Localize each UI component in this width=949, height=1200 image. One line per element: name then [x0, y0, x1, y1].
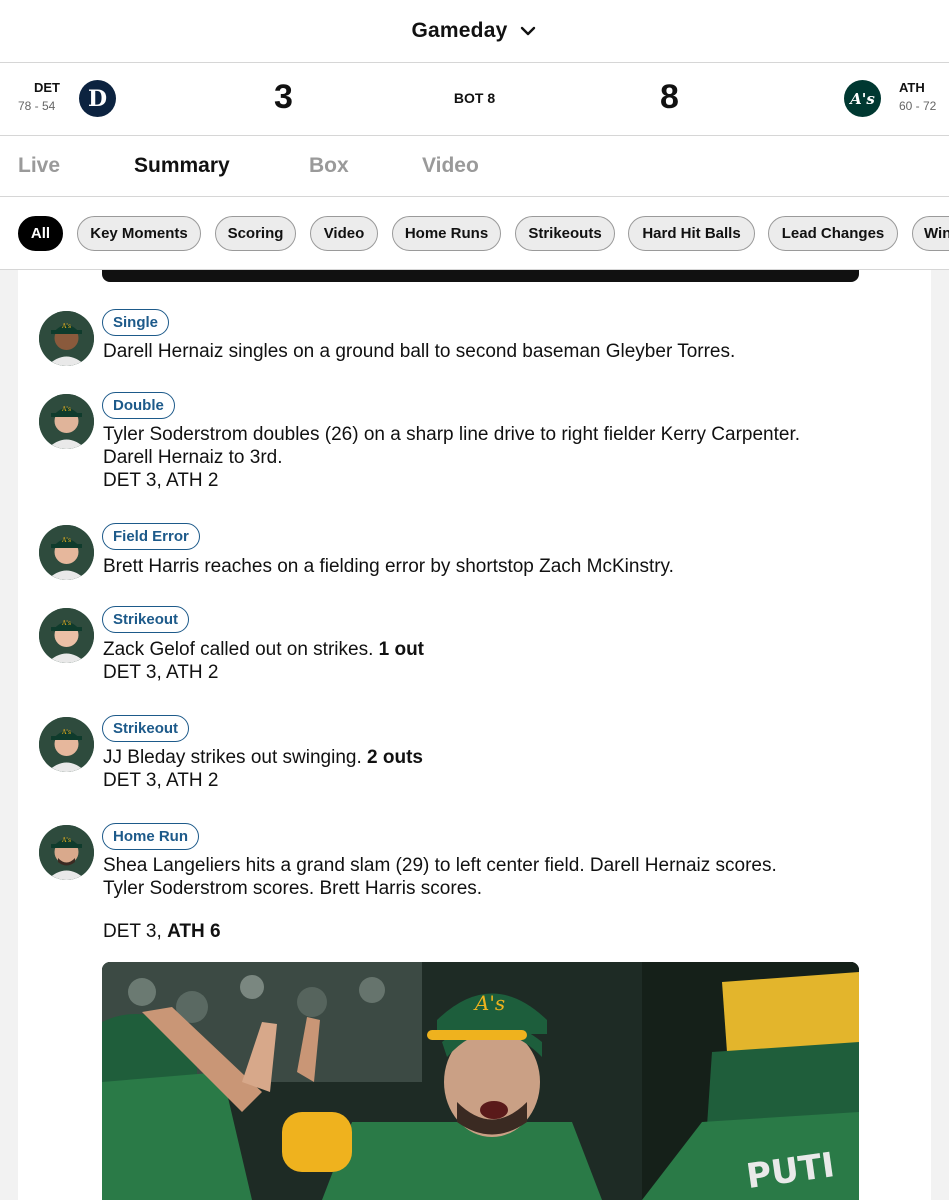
filter-all[interactable]: All: [18, 216, 63, 251]
svg-text:A's: A's: [61, 620, 71, 627]
play-type-badge: Single: [102, 309, 170, 336]
gameday-header[interactable]: Gameday: [0, 0, 949, 63]
home-team-record: 60 - 72: [899, 99, 937, 113]
svg-text:A's: A's: [61, 537, 71, 544]
filter-scoring[interactable]: Scoring: [215, 216, 296, 251]
scoreboard: DET 78 - 54 D 3 BOT 8 8 A's ATH 60 - 72: [0, 63, 949, 136]
view-tabs: Live Summary Box Video: [0, 136, 949, 197]
athletics-logo-icon[interactable]: A's: [844, 80, 881, 117]
filter-video[interactable]: Video: [310, 216, 378, 251]
play-type-badge: Double: [102, 392, 175, 419]
filter-strikeouts[interactable]: Strikeouts: [515, 216, 615, 251]
play-description-line: Tyler Soderstrom scores. Brett Harris sc…: [103, 878, 483, 899]
svg-text:A's: A's: [61, 323, 71, 330]
play-type-badge: Strikeout: [102, 715, 190, 742]
play-description-text: Zack Gelof called out on strikes.: [103, 639, 374, 660]
play-type-badge: Field Error: [102, 523, 200, 550]
filter-home-runs[interactable]: Home Runs: [392, 216, 501, 251]
player-avatar[interactable]: A's: [39, 717, 94, 772]
play-description-line: Shea Langeliers hits a grand slam (29) t…: [103, 855, 777, 876]
play-score: DET 3, ATH 2: [103, 770, 219, 791]
play-description-line: Tyler Soderstrom doubles (26) on a sharp…: [103, 424, 800, 445]
play-type-badge: Strikeout: [102, 606, 190, 633]
outs-count: 2 outs: [367, 747, 423, 768]
player-avatar[interactable]: A's: [39, 394, 94, 449]
play-score: DET 3, ATH 2: [103, 662, 219, 683]
video-player-bottom[interactable]: [102, 270, 859, 282]
play-type-badge: Home Run: [102, 823, 199, 850]
outs-count: 1 out: [378, 639, 425, 660]
play-description: Zack Gelof called out on strikes. 1 out …: [103, 638, 883, 684]
page-title[interactable]: Gameday: [412, 19, 508, 43]
play-description-line: Darell Hernaiz to 3rd.: [103, 447, 283, 468]
filter-hard-hit-balls[interactable]: Hard Hit Balls: [628, 216, 755, 251]
play-description-text: JJ Bleday strikes out swinging.: [103, 747, 362, 768]
home-run-celebration-image[interactable]: A's PUTI: [102, 962, 859, 1200]
play-description: Darell Hernaiz singles on a ground ball …: [103, 341, 736, 362]
home-team-abbr: ATH: [899, 80, 925, 95]
play-score: DET 3, ATH 2: [103, 470, 219, 491]
svg-text:A's: A's: [61, 406, 71, 413]
player-avatar[interactable]: A's: [39, 608, 94, 663]
player-avatar[interactable]: A's: [39, 825, 94, 880]
play-description: Brett Harris reaches on a fielding error…: [103, 556, 674, 577]
filter-lead-changes[interactable]: Lead Changes: [768, 216, 898, 251]
filter-win[interactable]: Win: [912, 216, 949, 251]
tab-box[interactable]: Box: [309, 154, 349, 178]
tab-live[interactable]: Live: [18, 154, 60, 178]
home-score: 8: [660, 78, 679, 116]
inning-indicator: BOT 8: [453, 90, 496, 106]
filter-chips: All Key Moments Scoring Video Home Runs …: [0, 197, 949, 270]
play-description: JJ Bleday strikes out swinging. 2 outs D…: [103, 746, 883, 792]
play-description: Tyler Soderstrom doubles (26) on a sharp…: [103, 423, 883, 492]
play-description: Shea Langeliers hits a grand slam (29) t…: [103, 854, 883, 900]
svg-text:A's: A's: [61, 837, 71, 844]
svg-text:A's: A's: [61, 729, 71, 736]
tab-video[interactable]: Video: [422, 154, 479, 178]
score-prefix: DET 3,: [103, 921, 162, 942]
score-leading-team: ATH 6: [167, 921, 221, 942]
tab-summary[interactable]: Summary: [134, 154, 230, 178]
player-avatar[interactable]: A's: [39, 311, 94, 366]
filter-key-moments[interactable]: Key Moments: [77, 216, 201, 251]
player-avatar[interactable]: A's: [39, 525, 94, 580]
chevron-down-icon[interactable]: [519, 22, 537, 40]
play-score: DET 3, ATH 6: [103, 920, 221, 943]
svg-text:A's: A's: [473, 991, 505, 1015]
